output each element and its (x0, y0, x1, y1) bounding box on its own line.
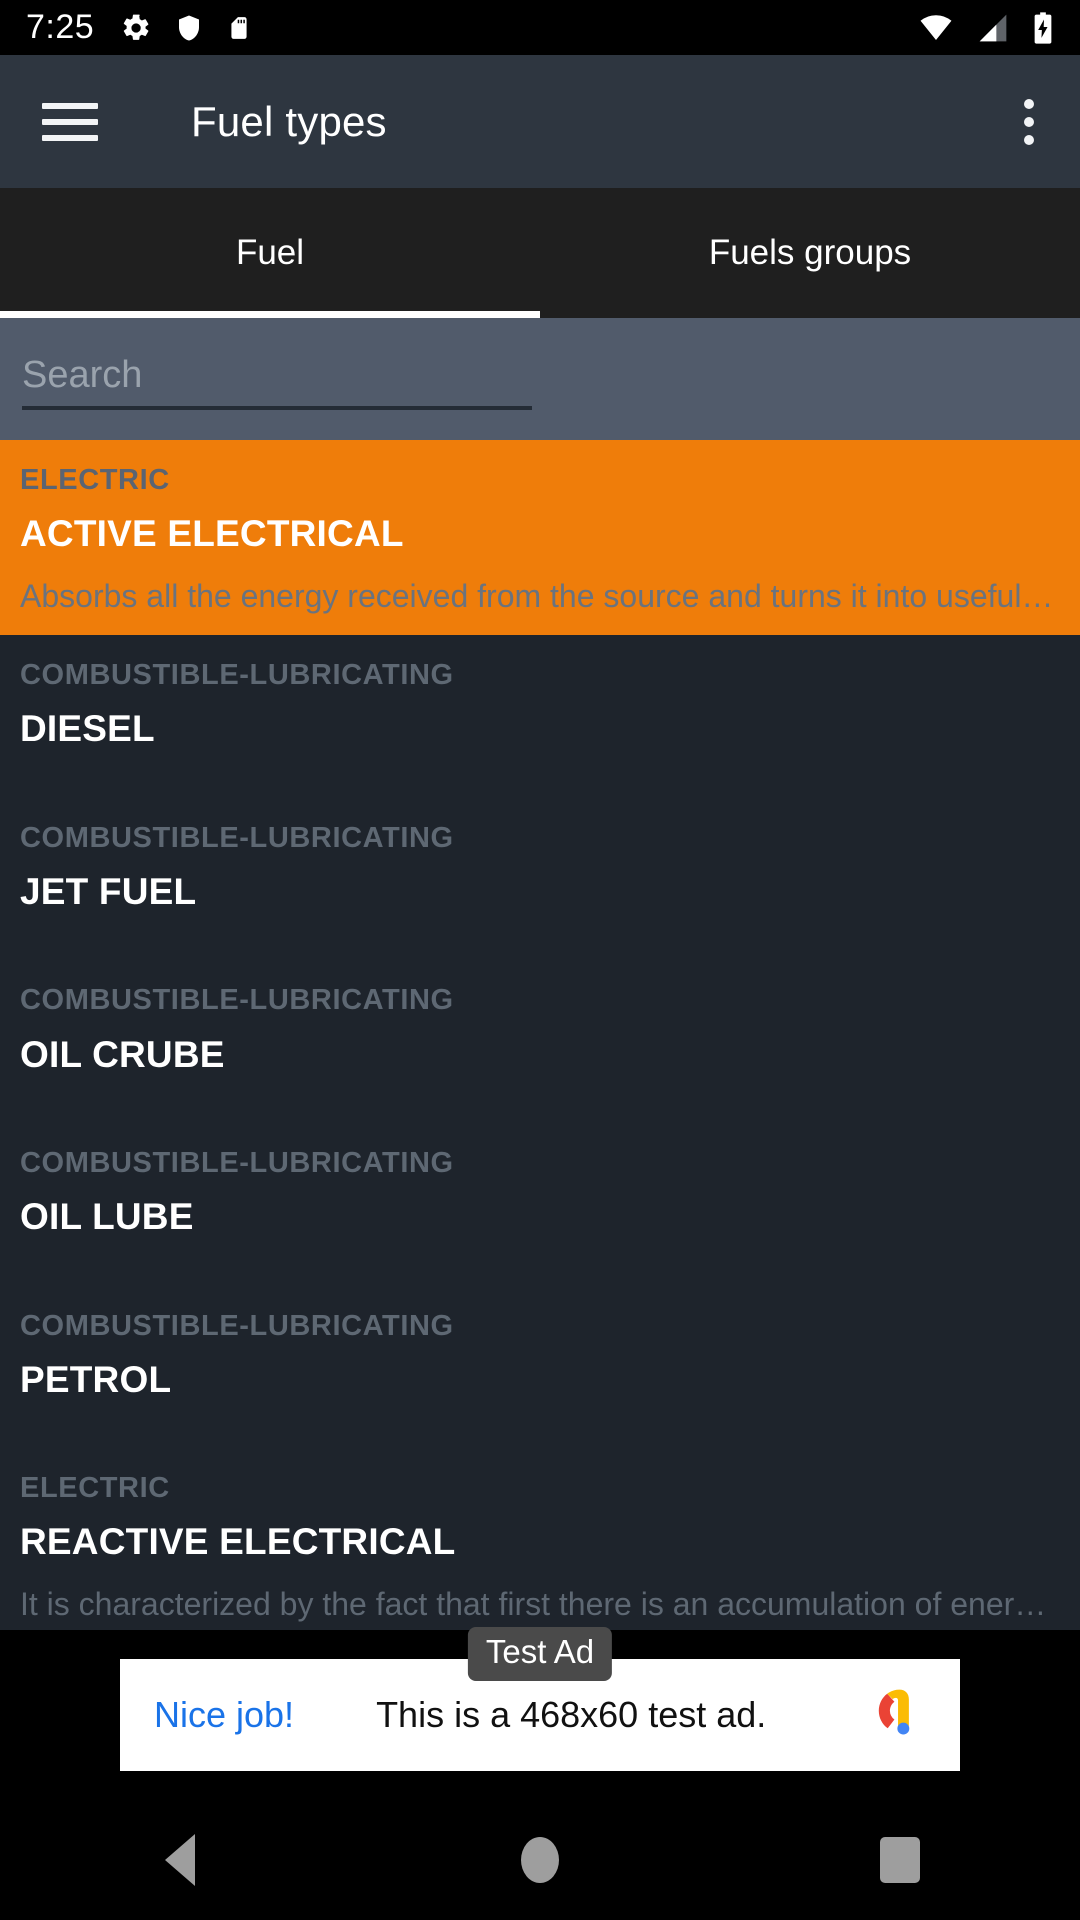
gear-icon (123, 14, 149, 40)
list-item-description: Absorbs all the energy received from the… (20, 577, 1060, 614)
ad-body-text: This is a 468x60 test ad. (376, 1694, 767, 1735)
list-item-spacer (20, 1402, 1060, 1448)
admob-logo-icon (878, 1689, 910, 1735)
battery-charging-icon (1034, 11, 1052, 44)
ad-container: Test Ad Nice job! This is a 468x60 test … (0, 1627, 1080, 1800)
app-screen: 7:25 Fuel types Fuel Fuels groups Search… (0, 0, 1080, 1920)
tab-active-indicator (0, 311, 540, 318)
list-item-spacer (20, 914, 1060, 960)
overflow-menu-icon[interactable] (1024, 98, 1034, 145)
list-item-spacer (20, 615, 1060, 635)
back-nav-button[interactable] (120, 1800, 240, 1920)
list-item-title: OIL CRUBE (20, 1033, 225, 1075)
status-clock: 7:25 (26, 8, 95, 46)
tab-fuels-groups-label: Fuels groups (708, 233, 912, 272)
list-item-category: COMBUSTIBLE-LUBRICATING (20, 821, 454, 854)
cellular-signal-icon (979, 14, 1007, 41)
home-nav-button[interactable] (480, 1800, 600, 1920)
list-item-description: It is characterized by the fact that fir… (20, 1585, 1060, 1622)
tab-bar: Fuel Fuels groups (0, 188, 1080, 318)
list-item-category: ELECTRIC (20, 1472, 170, 1505)
shield-icon (179, 15, 200, 40)
status-right-icons (918, 11, 1054, 45)
list-item-title: DIESEL (20, 708, 155, 750)
ad-banner[interactable]: Test Ad Nice job! This is a 468x60 test … (120, 1627, 960, 1771)
list-item[interactable]: COMBUSTIBLE-LUBRICATING OIL LUBE (0, 1122, 1080, 1286)
list-item-spacer (20, 1077, 1060, 1123)
app-bar: Fuel types (0, 55, 1080, 188)
search-input[interactable] (22, 344, 532, 410)
list-item-category: ELECTRIC (20, 464, 170, 496)
list-item-title: JET FUEL (20, 870, 197, 912)
list-item-category: COMBUSTIBLE-LUBRICATING (20, 659, 454, 692)
ad-test-badge: Test Ad (467, 1627, 613, 1681)
list-item[interactable]: COMBUSTIBLE-LUBRICATING DIESEL (0, 635, 1080, 798)
list-item[interactable]: COMBUSTIBLE-LUBRICATING OIL CRUBE (0, 960, 1080, 1123)
page-title: Fuel types (191, 97, 387, 145)
wifi-icon (920, 14, 952, 40)
list-item[interactable]: COMBUSTIBLE-LUBRICATING PETROL (0, 1285, 1080, 1449)
list-item-spacer (20, 752, 1060, 798)
hamburger-menu-icon[interactable] (42, 102, 98, 141)
list-item-title: REACTIVE ELECTRICAL (20, 1521, 456, 1563)
list-item-title: ACTIVE ELECTRICAL (20, 513, 404, 555)
tab-fuel[interactable]: Fuel (0, 188, 540, 318)
ad-headline[interactable]: Nice job! (154, 1694, 294, 1736)
fuel-list[interactable]: ELECTRIC ACTIVE ELECTRICAL Absorbs all t… (0, 440, 1080, 1630)
list-item[interactable]: COMBUSTIBLE-LUBRICATING JET FUEL (0, 797, 1080, 961)
list-item[interactable]: ELECTRIC REACTIVE ELECTRICAL It is chara… (0, 1448, 1080, 1630)
recents-nav-button[interactable] (840, 1800, 960, 1920)
status-left-icons (120, 12, 252, 44)
system-nav-bar (0, 1800, 1080, 1920)
search-bar (0, 318, 1080, 440)
list-item-spacer (20, 1240, 1060, 1286)
sdcard-icon (231, 16, 247, 39)
status-bar: 7:25 (0, 0, 1080, 55)
list-item-title: OIL LUBE (20, 1196, 194, 1238)
list-item-category: COMBUSTIBLE-LUBRICATING (20, 1146, 454, 1179)
tab-fuel-label: Fuel (235, 233, 305, 272)
list-item-category: COMBUSTIBLE-LUBRICATING (20, 984, 454, 1017)
list-item-category: COMBUSTIBLE-LUBRICATING (20, 1309, 454, 1342)
list-item-title: PETROL (20, 1358, 172, 1400)
tab-fuels-groups[interactable]: Fuels groups (540, 188, 1080, 318)
list-item[interactable]: ELECTRIC ACTIVE ELECTRICAL Absorbs all t… (0, 440, 1080, 636)
